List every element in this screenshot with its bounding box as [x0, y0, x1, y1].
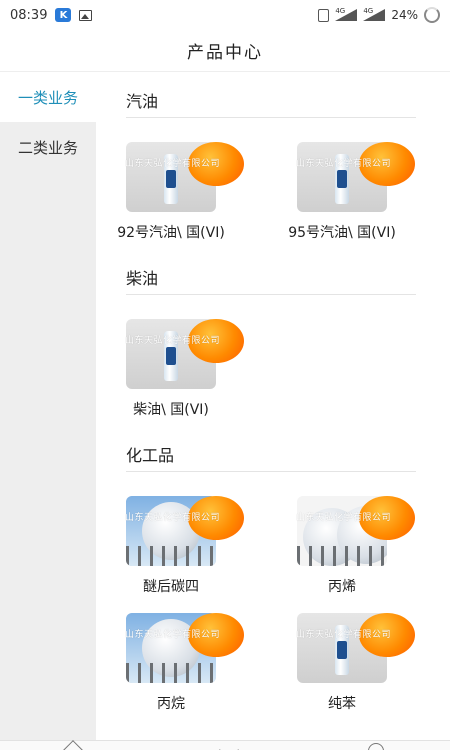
watermark: 山东天弘化学有限公司: [125, 336, 221, 346]
section-title-chemicals: 化工品: [126, 446, 175, 465]
recents-icon[interactable]: [368, 743, 384, 750]
status-bar: 08:39 K 4G 4G 24%: [0, 0, 450, 30]
product-name: 丙烯: [328, 579, 356, 595]
section-title-gasoline: 汽油: [126, 92, 159, 111]
network-label: 4G: [335, 7, 346, 15]
clock: 08:39: [10, 7, 48, 23]
watermark: 山东天弘化学有限公司: [296, 159, 392, 169]
product-name: 丙烷: [157, 696, 185, 712]
header: 产品中心: [0, 30, 450, 72]
sidebar-item-category-2[interactable]: 二类业务: [0, 122, 96, 172]
divider: [126, 294, 416, 295]
sidebar-item-category-1[interactable]: 一类业务: [0, 72, 96, 122]
sidebar-item-label: 一类业务: [17, 88, 78, 107]
status-right: 4G 4G 24%: [318, 7, 440, 23]
network-label-2: 4G: [363, 7, 374, 15]
tank-supports: [126, 546, 216, 566]
status-left: 08:39 K: [10, 7, 93, 23]
product-name: 柴油\ 国(VI): [133, 402, 209, 418]
tank-supports: [297, 546, 387, 566]
signal-icon: 4G: [335, 7, 358, 21]
tank-supports: [126, 663, 216, 683]
product-name: 92号汽油\ 国(VI): [117, 225, 225, 241]
app-notification-icon: K: [55, 8, 72, 22]
vibrate-icon: [318, 8, 330, 22]
battery-percent: 24%: [391, 8, 418, 22]
watermark: 山东天弘化学有限公司: [125, 159, 221, 169]
section-title-diesel: 柴油: [126, 269, 159, 288]
page-title: 产品中心: [187, 43, 263, 63]
product-name: 纯苯: [328, 696, 356, 712]
watermark: 山东天弘化学有限公司: [296, 630, 392, 640]
sidebar: 一类业务 二类业务: [0, 72, 96, 740]
product-name: 95号汽油\ 国(VI): [288, 225, 396, 241]
back-icon[interactable]: [219, 740, 239, 750]
system-nav-bar: [0, 740, 450, 750]
watermark: 山东天弘化学有限公司: [125, 630, 221, 640]
image-notification-icon: [79, 9, 93, 21]
battery-icon: [424, 7, 440, 23]
watermark: 山东天弘化学有限公司: [125, 513, 221, 523]
signal-icon-2: 4G: [363, 7, 386, 21]
product-list: 汽油 山东天弘化学有限公司 92号汽油\ 国(VI) 山东天弘化学有限公司 95…: [96, 72, 450, 740]
divider: [126, 117, 416, 118]
watermark: 山东天弘化学有限公司: [296, 513, 392, 523]
product-name: 醚后碳四: [143, 579, 199, 595]
divider: [126, 471, 416, 472]
sidebar-item-label: 二类业务: [17, 138, 78, 157]
home-icon[interactable]: [63, 740, 83, 750]
